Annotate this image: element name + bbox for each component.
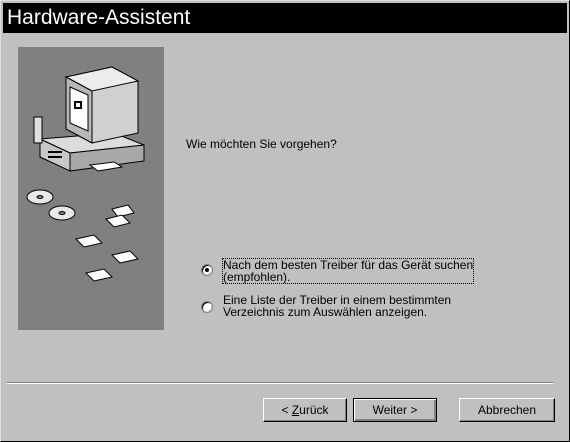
window-title: Hardware-Assistent [7,6,191,29]
cancel-button-label: Abbrechen [477,403,537,417]
radio-option-label-box[interactable]: Nach dem besten Treiber für das Gerät su… [221,258,475,284]
radio-dot-icon [205,268,209,272]
radio-button-unselected[interactable] [201,301,213,313]
question-text: Wie möchten Sie vorgehen? [186,137,337,151]
next-button-label: Weiter > [372,403,418,417]
hardware-wizard-window: Hardware-Assistent Wie möchten Sie vorge… [0,0,570,442]
button-separator [7,382,553,384]
radio-option-label-line2: Verzeichnis zum Auswählen anzeigen. [223,305,428,319]
back-button-label: < Zurück [281,403,329,417]
wizard-illustration-panel [18,47,164,330]
cancel-button[interactable]: Abbrechen [459,398,555,422]
title-bar[interactable]: Hardware-Assistent [3,3,567,33]
radio-option-label-box[interactable]: Eine Liste der Treiber in einem bestimmt… [223,294,451,318]
computer-illustration-icon [26,66,145,282]
radio-button-selected[interactable] [201,264,213,276]
radio-option-label-line2: (empfohlen). [223,270,291,284]
next-button[interactable]: Weiter > [353,398,437,422]
back-button[interactable]: < Zurück [263,398,347,422]
